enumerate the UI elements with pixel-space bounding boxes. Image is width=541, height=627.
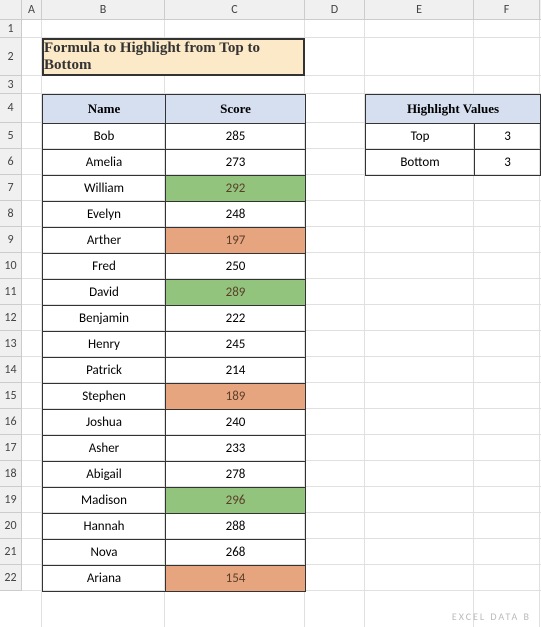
row-header-5[interactable]: 5 <box>0 123 21 149</box>
name-cell[interactable]: Madison <box>43 488 166 514</box>
name-cell[interactable]: Benjamin <box>43 306 166 332</box>
score-cell[interactable]: 289 <box>166 280 306 306</box>
score-cell[interactable]: 154 <box>166 566 306 592</box>
column-headers: ABCDEF <box>0 0 541 20</box>
score-cell[interactable]: 292 <box>166 176 306 202</box>
score-cell[interactable]: 197 <box>166 228 306 254</box>
name-cell[interactable]: William <box>43 176 166 202</box>
main-header-score[interactable]: Score <box>166 95 306 124</box>
score-cell[interactable]: 273 <box>166 150 306 176</box>
name-cell[interactable]: Fred <box>43 254 166 280</box>
row-header-21[interactable]: 21 <box>0 539 21 565</box>
highlight-values-header[interactable]: Highlight Values <box>366 95 541 124</box>
table-row: Asher233 <box>43 436 306 462</box>
main-header-name[interactable]: Name <box>43 95 166 124</box>
table-row: Ariana154 <box>43 566 306 592</box>
table-row: Abigail278 <box>43 462 306 488</box>
hv-value-cell[interactable]: 3 <box>475 150 541 176</box>
row-header-14[interactable]: 14 <box>0 357 21 383</box>
score-cell[interactable]: 240 <box>166 410 306 436</box>
row-header-3[interactable]: 3 <box>0 76 21 94</box>
score-cell[interactable]: 285 <box>166 124 306 150</box>
score-cell[interactable]: 189 <box>166 384 306 410</box>
row-header-1[interactable]: 1 <box>0 20 21 38</box>
row-header-10[interactable]: 10 <box>0 253 21 279</box>
name-cell[interactable]: Evelyn <box>43 202 166 228</box>
row-header-4[interactable]: 4 <box>0 94 21 123</box>
col-header-C[interactable]: C <box>165 0 305 19</box>
table-row: Joshua240 <box>43 410 306 436</box>
name-cell[interactable]: David <box>43 280 166 306</box>
table-row: Nova268 <box>43 540 306 566</box>
row-headers: 12345678910111213141516171819202122 <box>0 20 22 591</box>
name-cell[interactable]: Joshua <box>43 410 166 436</box>
score-cell[interactable]: 248 <box>166 202 306 228</box>
table-row: Henry245 <box>43 332 306 358</box>
row-header-22[interactable]: 22 <box>0 565 21 591</box>
row-header-11[interactable]: 11 <box>0 279 21 305</box>
name-cell[interactable]: Amelia <box>43 150 166 176</box>
table-row: Arther197 <box>43 228 306 254</box>
score-cell[interactable]: 250 <box>166 254 306 280</box>
row-header-17[interactable]: 17 <box>0 435 21 461</box>
hv-value-cell[interactable]: 3 <box>475 124 541 150</box>
row-header-9[interactable]: 9 <box>0 227 21 253</box>
score-cell[interactable]: 233 <box>166 436 306 462</box>
row-header-6[interactable]: 6 <box>0 149 21 175</box>
main-table: NameScoreBob285Amelia273William292Evelyn… <box>42 94 306 592</box>
col-header-A[interactable]: A <box>22 0 42 19</box>
row-header-20[interactable]: 20 <box>0 513 21 539</box>
hv-label-cell[interactable]: Top <box>366 124 475 150</box>
table-row: David289 <box>43 280 306 306</box>
row-header-2[interactable]: 2 <box>0 38 21 76</box>
table-row: Fred250 <box>43 254 306 280</box>
table-row: Bottom3 <box>366 150 541 176</box>
score-cell[interactable]: 214 <box>166 358 306 384</box>
row-header-16[interactable]: 16 <box>0 409 21 435</box>
name-cell[interactable]: Arther <box>43 228 166 254</box>
name-cell[interactable]: Henry <box>43 332 166 358</box>
name-cell[interactable]: Stephen <box>43 384 166 410</box>
row-header-18[interactable]: 18 <box>0 461 21 487</box>
table-row: Evelyn248 <box>43 202 306 228</box>
table-row: Top3 <box>366 124 541 150</box>
row-header-8[interactable]: 8 <box>0 201 21 227</box>
name-cell[interactable]: Asher <box>43 436 166 462</box>
row-header-7[interactable]: 7 <box>0 175 21 201</box>
row-header-15[interactable]: 15 <box>0 383 21 409</box>
score-cell[interactable]: 278 <box>166 462 306 488</box>
row-header-12[interactable]: 12 <box>0 305 21 331</box>
highlight-values-table: Highlight ValuesTop3Bottom3 <box>365 94 541 176</box>
score-cell[interactable]: 222 <box>166 306 306 332</box>
name-cell[interactable]: Ariana <box>43 566 166 592</box>
col-header-E[interactable]: E <box>365 0 474 19</box>
table-row: Amelia273 <box>43 150 306 176</box>
name-cell[interactable]: Nova <box>43 540 166 566</box>
name-cell[interactable]: Hannah <box>43 514 166 540</box>
table-row: Stephen189 <box>43 384 306 410</box>
col-header-D[interactable]: D <box>305 0 365 19</box>
page-title: Formula to Highlight from Top to Bottom <box>42 38 305 76</box>
watermark: EXCEL DATA B <box>452 610 531 623</box>
score-cell[interactable]: 245 <box>166 332 306 358</box>
hv-label-cell[interactable]: Bottom <box>366 150 475 176</box>
col-header-F[interactable]: F <box>474 0 540 19</box>
name-cell[interactable]: Abigail <box>43 462 166 488</box>
score-cell[interactable]: 288 <box>166 514 306 540</box>
score-cell[interactable]: 268 <box>166 540 306 566</box>
col-header-B[interactable]: B <box>42 0 165 19</box>
table-row: William292 <box>43 176 306 202</box>
name-cell[interactable]: Bob <box>43 124 166 150</box>
table-row: Benjamin222 <box>43 306 306 332</box>
table-row: Patrick214 <box>43 358 306 384</box>
table-row: Hannah288 <box>43 514 306 540</box>
table-row: Bob285 <box>43 124 306 150</box>
row-header-19[interactable]: 19 <box>0 487 21 513</box>
score-cell[interactable]: 296 <box>166 488 306 514</box>
table-row: Madison296 <box>43 488 306 514</box>
name-cell[interactable]: Patrick <box>43 358 166 384</box>
row-header-13[interactable]: 13 <box>0 331 21 357</box>
